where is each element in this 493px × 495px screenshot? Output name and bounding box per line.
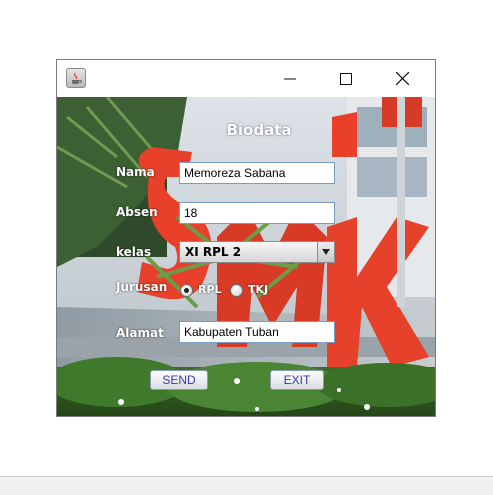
biodata-window: Biodata Nama Memoreza Sabana Absen 18 ke… [56, 59, 436, 417]
java-app-icon [66, 68, 86, 88]
maximize-icon [340, 72, 352, 85]
kelas-label: kelas [116, 245, 152, 259]
radio-tkj[interactable] [230, 284, 243, 297]
send-button[interactable]: SEND [150, 370, 208, 390]
close-button[interactable] [379, 60, 425, 97]
form-panel: Biodata Nama Memoreza Sabana Absen 18 ke… [57, 97, 435, 416]
maximize-button[interactable] [323, 60, 369, 97]
minimize-icon [284, 78, 296, 79]
alamat-label: Alamat [116, 326, 164, 340]
dropdown-arrow-icon[interactable] [317, 242, 334, 262]
radio-tkj-label: TKJ [248, 283, 269, 296]
kelas-select[interactable]: XI RPL 2 [179, 241, 335, 263]
nama-label: Nama [116, 165, 155, 179]
kelas-selected-value: XI RPL 2 [185, 245, 242, 259]
radio-rpl-label: RPL [198, 283, 222, 296]
exit-button[interactable]: EXIT [270, 370, 324, 390]
jurusan-label: Jurusan [116, 280, 168, 294]
nama-field[interactable]: Memoreza Sabana [179, 162, 335, 184]
close-icon [395, 72, 409, 85]
absen-field[interactable]: 18 [179, 202, 335, 224]
form-title: Biodata [226, 121, 292, 139]
alamat-field[interactable]: Kabupaten Tuban [179, 321, 335, 343]
taskbar-strip [0, 476, 493, 495]
minimize-button[interactable] [267, 60, 313, 97]
absen-label: Absen [116, 205, 158, 219]
title-bar [57, 60, 435, 97]
radio-rpl[interactable] [180, 284, 193, 297]
